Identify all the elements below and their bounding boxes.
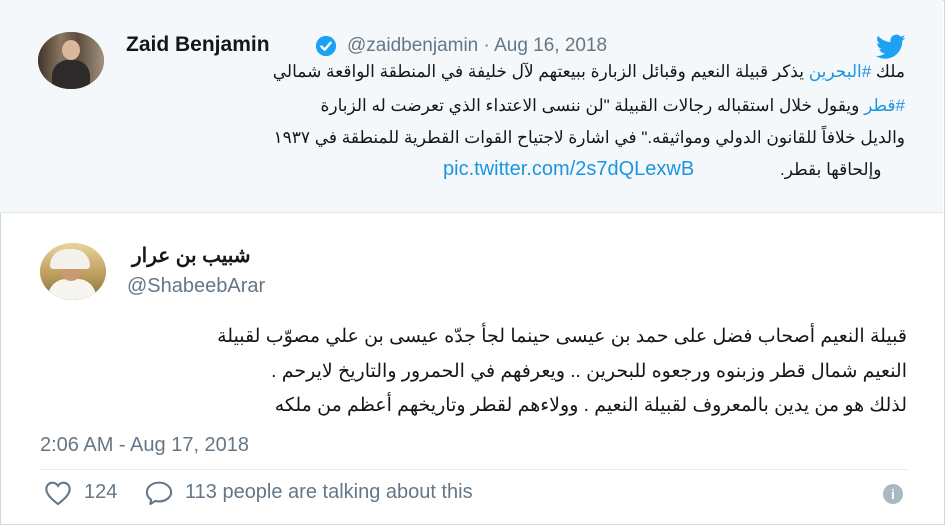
twitter-bird-icon[interactable] (876, 34, 906, 60)
heart-icon[interactable] (44, 480, 72, 506)
author-name[interactable]: شبيب بن عرار (132, 243, 251, 268)
quoted-handle-date[interactable]: @zaidbenjamin · Aug 16, 2018 (347, 35, 607, 57)
quoted-text-pre: ملك (871, 62, 905, 81)
tweet-text-line-1: قبيلة النعيم أصحاب فضل على حمد بن عيسى ح… (217, 326, 907, 347)
quoted-text-post: يذكر قبيلة النعيم وقبائل الزبارة ببيعتهم… (272, 62, 809, 81)
quoted-text-line-3: والديل خلافاً للقانون الدولي ومواثيقه." … (273, 128, 905, 147)
conversation-count[interactable]: 113 people are talking about this (185, 481, 473, 504)
tweet-text-line-2: النعيم شمال قطر وزبنوه ورجعوه للبحرين ..… (271, 361, 907, 382)
quoted-author-avatar[interactable] (38, 32, 104, 89)
verified-badge-icon (315, 35, 337, 57)
quoted-author-name[interactable]: Zaid Benjamin (126, 33, 270, 57)
quoted-text-line-2: #قطر ويقول خلال استقباله رجالات القبيلة … (320, 96, 905, 116)
like-count[interactable]: 124 (84, 481, 117, 504)
tweet-text-line-3: لذلك هو من يدين بالمعروف لقبيلة النعيم .… (274, 395, 907, 416)
tweet-timestamp[interactable]: 2:06 AM - Aug 17, 2018 (40, 434, 249, 457)
author-handle[interactable]: @ShabeebArar (127, 275, 265, 298)
quoted-tweet[interactable]: Zaid Benjamin @zaidbenjamin · Aug 16, 20… (0, 0, 943, 213)
author-avatar[interactable] (40, 243, 106, 300)
quoted-media-link[interactable]: pic.twitter.com/2s7dQLexwB (443, 158, 694, 181)
speech-bubble-icon[interactable] (144, 480, 174, 506)
hashtag-bahrain[interactable]: #البحرين (809, 62, 872, 81)
quoted-text-line2: ويقول خلال استقباله رجالات القبيلة "لن ن… (320, 96, 865, 115)
hashtag-qatar[interactable]: #قطر (864, 96, 905, 115)
divider (40, 469, 908, 470)
info-icon[interactable]: i (883, 484, 903, 504)
quoted-text-line-4: وإلحاقها بقطر. (780, 160, 882, 179)
quoted-text-line-1: ملك #البحرين يذكر قبيلة النعيم وقبائل ال… (273, 62, 905, 82)
